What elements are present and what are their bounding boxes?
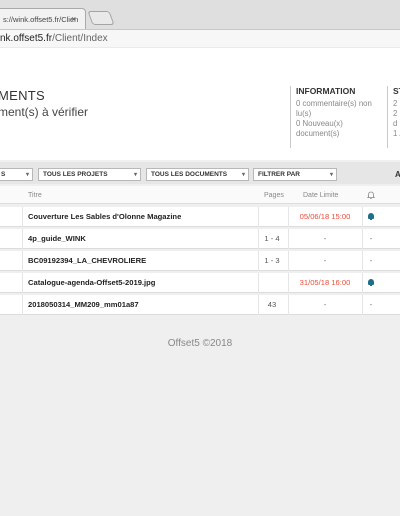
table-header (0, 186, 400, 204)
document-pages: 1 - 3 (264, 256, 280, 265)
browser-chrome: s://wink.offset5.fr/Clien × nk.offset5.f… (0, 0, 400, 47)
table-row[interactable]: 4p_guide_WINK 1 - 4 - - (0, 229, 400, 249)
document-deadline: - (323, 300, 327, 309)
status-filter-value: S (1, 171, 6, 178)
column-separator (362, 251, 363, 271)
column-separator (22, 251, 23, 271)
column-title[interactable]: Titre (28, 192, 42, 199)
chevron-down-icon: ▾ (133, 172, 137, 178)
stats-line: 1 / (393, 129, 400, 138)
divider (290, 86, 291, 148)
footer-copyright: Offset5 ©2018 (167, 338, 233, 349)
document-deadline: 31/05/18 16:00 (299, 278, 351, 287)
close-tab-icon[interactable]: × (71, 14, 76, 24)
column-separator (288, 295, 289, 315)
document-title[interactable]: Couverture Les Sables d'Olonne Magazine (28, 212, 181, 221)
documents-filter-select[interactable]: TOUS LES DOCUMENTS ▾ (146, 168, 249, 181)
stats-line: 2 (393, 109, 398, 118)
column-separator (258, 229, 259, 249)
column-pages[interactable]: Pages (264, 192, 284, 199)
document-deadline: 05/06/18 15:00 (299, 212, 351, 221)
filter-by-select[interactable]: FILTRER PAR ▾ (253, 168, 337, 181)
column-separator (362, 229, 363, 249)
browser-tab[interactable]: s://wink.offset5.fr/Clien × (0, 8, 86, 29)
address-bar[interactable]: nk.offset5.fr/Client/Index (0, 29, 400, 47)
documents-filter-value: TOUS LES DOCUMENTS (151, 171, 228, 178)
projects-filter-value: TOUS LES PROJETS (43, 171, 108, 178)
document-title[interactable]: 2018050314_MM209_mm01a87 (28, 300, 139, 309)
column-separator (288, 273, 289, 293)
stats-line: d (393, 119, 398, 128)
address-path: /Client/Index (52, 33, 108, 44)
bell-icon (367, 191, 375, 199)
document-pages: 43 (267, 300, 277, 309)
divider (387, 86, 388, 148)
page-subtitle: ment(s) à vérifier (0, 105, 89, 119)
bell-icon[interactable] (368, 213, 374, 220)
status-filter-select[interactable]: S ▾ (0, 168, 33, 181)
bell-icon[interactable] (368, 279, 374, 286)
column-separator (288, 251, 289, 271)
filter-action-label[interactable]: A (395, 170, 400, 179)
table-row[interactable]: Catalogue-agenda-Offset5-2019.jpg 31/05/1… (0, 273, 400, 293)
tab-title: s://wink.offset5.fr/Clien (3, 15, 79, 24)
new-tab-button[interactable] (87, 11, 115, 25)
table-row[interactable]: Couverture Les Sables d'Olonne Magazine 0… (0, 207, 400, 227)
filter-by-value: FILTRER PAR (258, 171, 301, 178)
chevron-down-icon: ▾ (25, 172, 29, 178)
column-separator (258, 273, 259, 293)
column-separator (258, 295, 259, 315)
document-title[interactable]: BC09192394_LA_CHEVROLIERE (28, 256, 146, 265)
column-separator (22, 295, 23, 315)
stats-line: 2 (393, 99, 398, 108)
column-separator (288, 207, 289, 227)
new-documents-count: 0 Nouveau(x) document(s) (296, 119, 343, 138)
column-separator (258, 207, 259, 227)
stats-heading: ST (393, 86, 400, 96)
column-separator (22, 273, 23, 293)
column-deadline[interactable]: Date Limite (303, 192, 338, 199)
information-text: 0 commentaire(s) non lu(s) 0 Nouveau(x) … (296, 99, 382, 139)
document-pages: 1 - 4 (264, 234, 280, 243)
chevron-down-icon: ▾ (329, 172, 333, 178)
unread-comments-count: 0 commentaire(s) non lu(s) (296, 99, 372, 118)
column-separator (22, 207, 23, 227)
document-deadline: - (323, 256, 327, 265)
top-navbar (0, 48, 400, 82)
column-separator (362, 295, 363, 315)
table-row[interactable]: BC09192394_LA_CHEVROLIERE 1 - 3 - - (0, 251, 400, 271)
notification-status: - (369, 234, 373, 243)
column-separator (288, 229, 289, 249)
column-separator (22, 229, 23, 249)
notification-status: - (369, 300, 373, 309)
stats-text: 2 2 d 1 / (393, 99, 400, 139)
information-heading: INFORMATION (296, 86, 356, 96)
address-host: nk.offset5.fr (0, 33, 53, 44)
document-title[interactable]: Catalogue-agenda-Offset5-2019.jpg (28, 278, 155, 287)
document-deadline: - (323, 234, 327, 243)
column-separator (362, 273, 363, 293)
notification-status: - (369, 256, 373, 265)
column-separator (362, 207, 363, 227)
chevron-down-icon: ▾ (241, 172, 245, 178)
page-title: MENTS (0, 88, 45, 103)
table-row[interactable]: 2018050314_MM209_mm01a87 43 - - (0, 295, 400, 315)
document-title[interactable]: 4p_guide_WINK (28, 234, 86, 243)
projects-filter-select[interactable]: TOUS LES PROJETS ▾ (38, 168, 141, 181)
column-separator (258, 251, 259, 271)
